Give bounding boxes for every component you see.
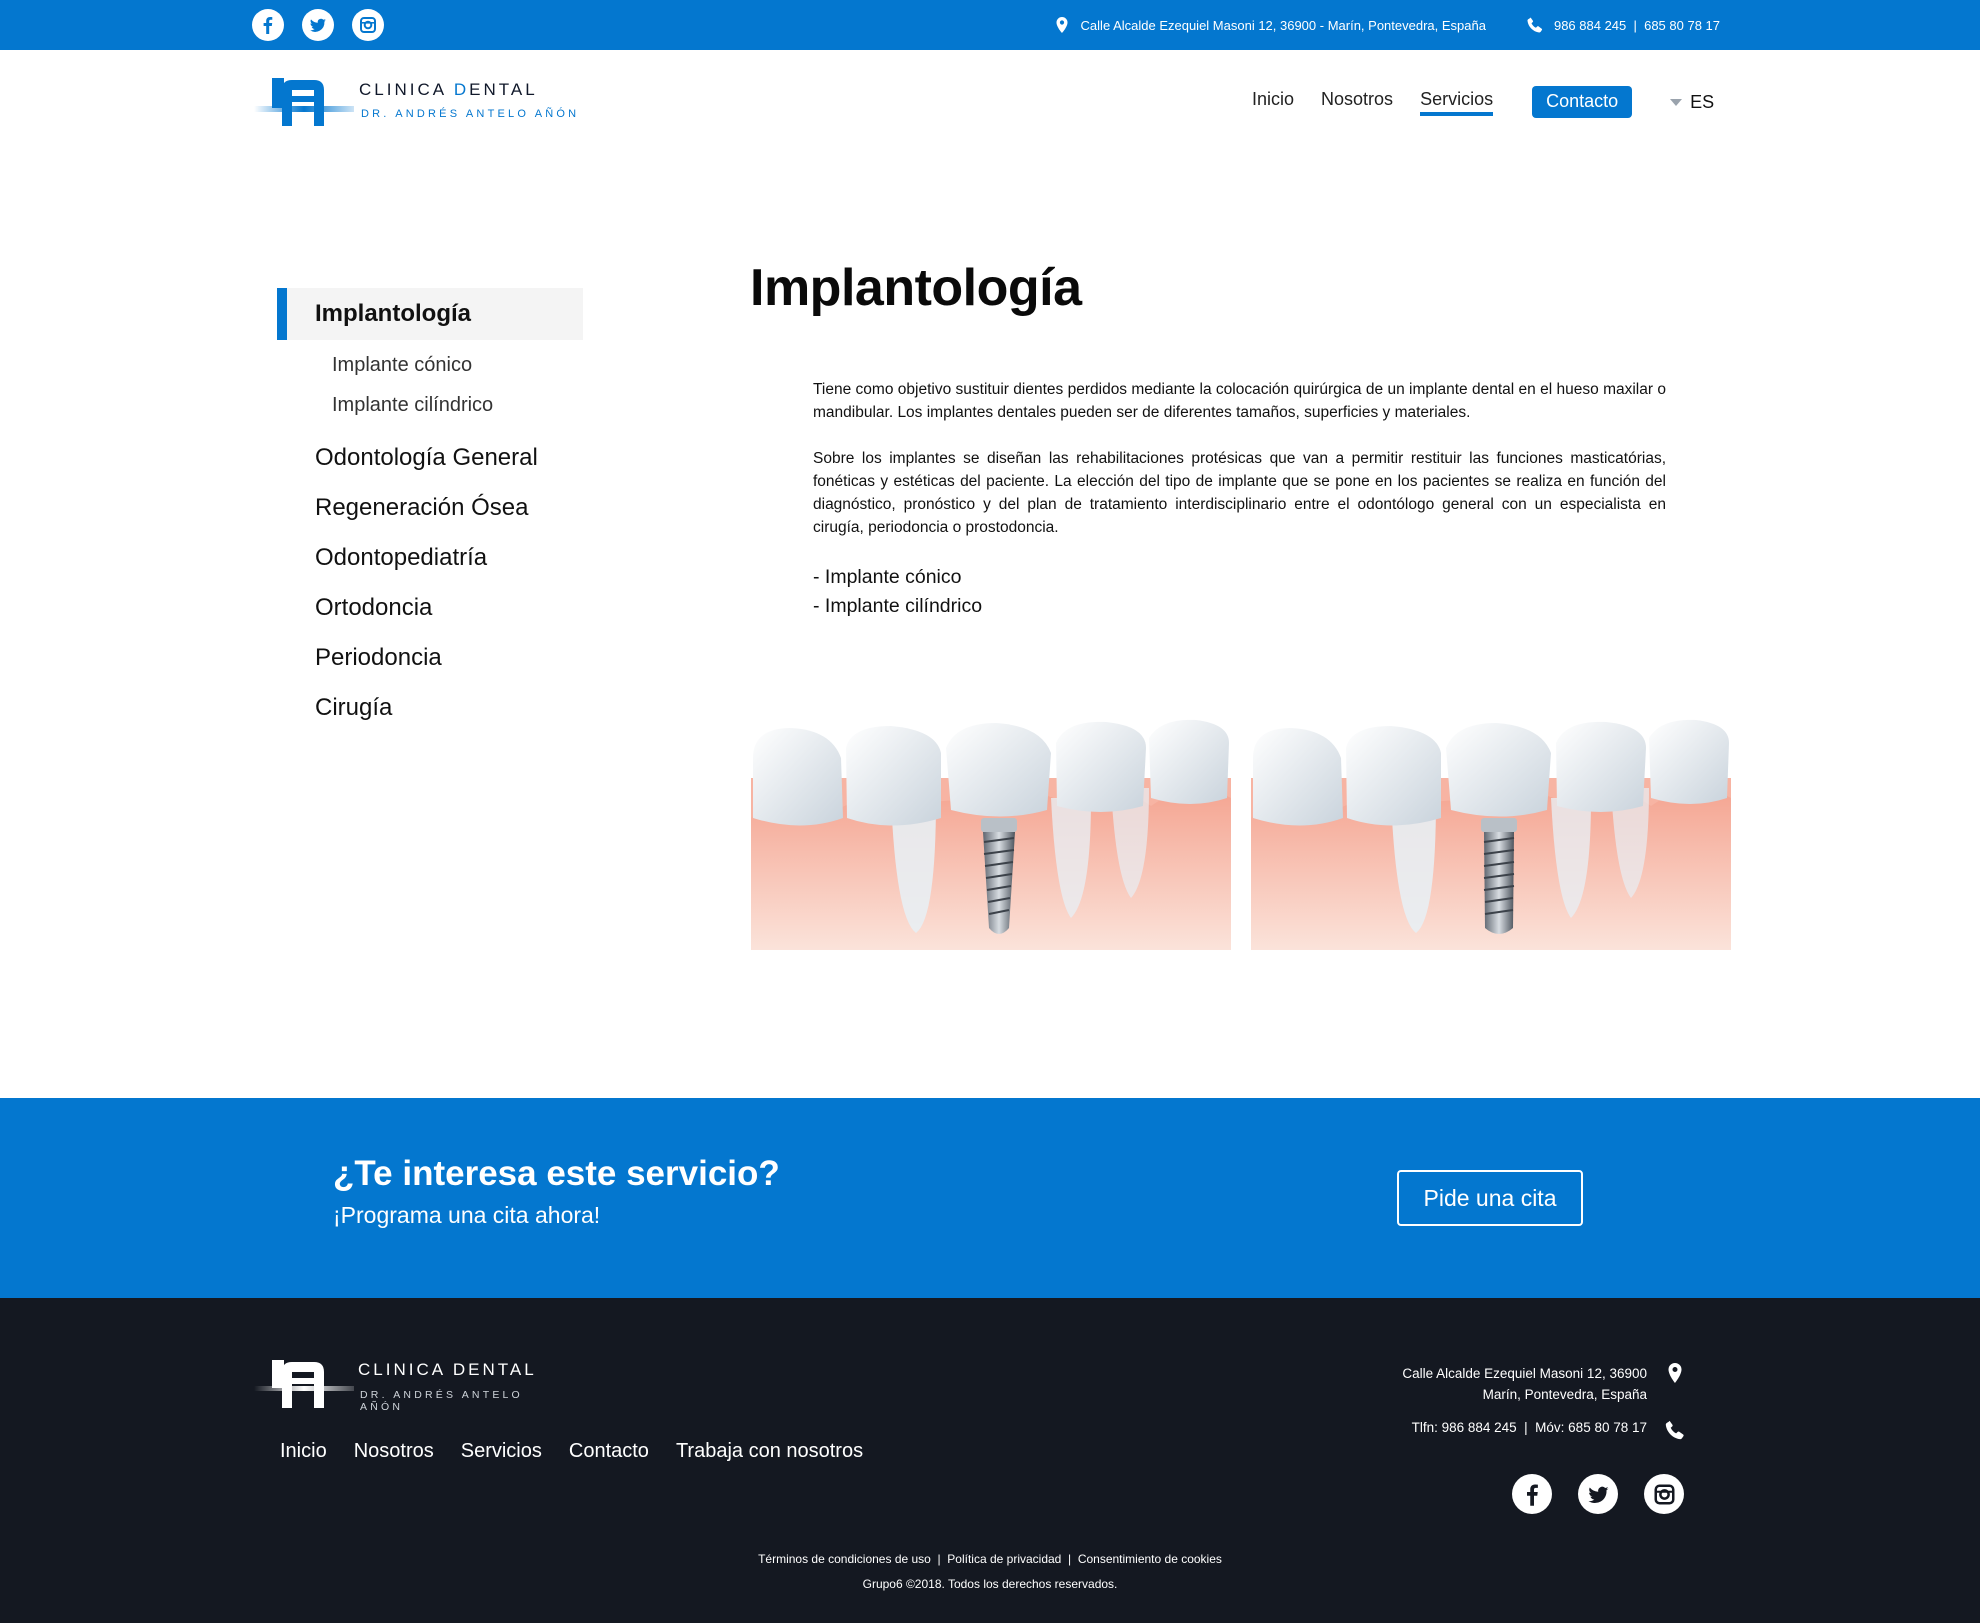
nav-nosotros[interactable]: Nosotros: [1321, 89, 1393, 116]
footer-phones: Tlfn: 986 884 245 | Móv: 685 80 78 17: [1411, 1420, 1647, 1435]
sidebar-item-ortodoncia[interactable]: Ortodoncia: [277, 583, 583, 633]
appointment-cta-band: ¿Te interesa este servicio? ¡Programa un…: [0, 1098, 1980, 1298]
logo-brand-text: CLINICA DENTAL: [359, 80, 538, 100]
footer-copyright: Grupo6 ©2018. Todos los derechos reserva…: [862, 1577, 1118, 1591]
description-paragraph-2: Sobre los implantes se diseñan las rehab…: [813, 450, 1666, 536]
page-title: Implantología: [750, 259, 1082, 317]
footer-address-line1: Calle Alcalde Ezequiel Masoni 12, 36900: [1402, 1366, 1647, 1381]
footer-address-line2: Marín, Pontevedra, España: [1482, 1387, 1647, 1402]
footer-logo-mark-icon: [254, 1360, 354, 1408]
logo-brand-highlight: D: [453, 80, 470, 99]
nav-contacto-button[interactable]: Contacto: [1532, 86, 1633, 118]
facebook-icon[interactable]: [252, 9, 284, 41]
nav-inicio[interactable]: Inicio: [1252, 89, 1294, 116]
site-header: CLINICA DENTAL DR. ANDRÉS ANTELO AÑÓN In…: [0, 50, 1980, 160]
caret-down-icon: [1670, 98, 1683, 106]
sidebar-item-cirugia[interactable]: Cirugía: [277, 683, 583, 733]
location-pin-icon: [1056, 17, 1068, 33]
logo-subtitle: DR. ANDRÉS ANTELO AÑÓN: [361, 108, 580, 120]
top-contact-info: Calle Alcalde Ezequiel Masoni 12, 36900 …: [1053, 0, 1720, 50]
instagram-icon[interactable]: [1644, 1474, 1684, 1514]
main-nav: Inicio Nosotros Servicios Contacto ES: [1252, 86, 1714, 118]
footer-nav-servicios[interactable]: Servicios: [461, 1440, 542, 1463]
sidebar-item-regeneracion-osea[interactable]: Regeneración Ósea: [277, 483, 583, 533]
facebook-icon[interactable]: [1512, 1474, 1552, 1514]
footer-nav-inicio[interactable]: Inicio: [280, 1440, 327, 1463]
top-phones: 986 884 245 | 685 80 78 17: [1553, 17, 1720, 33]
twitter-icon[interactable]: [302, 9, 334, 41]
top-address: Calle Alcalde Ezequiel Masoni 12, 36900 …: [1080, 17, 1486, 33]
footer-logo-brand: CLINICA DENTAL: [358, 1360, 537, 1379]
clinic-logo[interactable]: CLINICA DENTAL DR. ANDRÉS ANTELO AÑÓN: [254, 76, 584, 132]
description-paragraph-1: Tiene como objetivo sustituir dientes pe…: [813, 381, 1666, 421]
footer-address: Calle Alcalde Ezequiel Masoni 12, 36900 …: [1402, 1363, 1647, 1405]
language-code: ES: [1690, 91, 1715, 112]
footer-nav-trabaja[interactable]: Trabaja con nosotros: [676, 1440, 863, 1463]
request-appointment-button[interactable]: Pide una cita: [1397, 1170, 1583, 1226]
sidebar-item-implantologia[interactable]: Implantología: [277, 288, 583, 340]
language-selector[interactable]: ES: [1670, 92, 1714, 113]
top-bar: Calle Alcalde Ezequiel Masoni 12, 36900 …: [0, 0, 1980, 50]
footer-logo-subtitle: DR. ANDRÉS ANTELO AÑÓN: [360, 1389, 523, 1413]
twitter-icon[interactable]: [1578, 1474, 1618, 1514]
location-pin-icon: [1668, 1363, 1682, 1383]
instagram-icon[interactable]: [352, 9, 384, 41]
cta-subtitle: ¡Programa una cita ahora!: [333, 1202, 601, 1228]
nav-servicios[interactable]: Servicios: [1420, 89, 1494, 116]
footer-social-links: [1512, 1474, 1684, 1514]
top-social-links: [252, 9, 384, 41]
phone-icon: [1665, 1420, 1684, 1440]
footer-legal-links[interactable]: Términos de condiciones de uso | Polític…: [0, 1552, 1980, 1566]
cta-question: ¿Te interesa este servicio?: [333, 1154, 780, 1193]
implant-image-cilindrico: [1251, 718, 1731, 950]
footer-logo[interactable]: CLINICA DENTAL DR. ANDRÉS ANTELO AÑÓN: [254, 1358, 564, 1413]
services-sidebar: Implantología Implante cónico Implante c…: [277, 288, 583, 733]
phone-icon: [1527, 17, 1543, 33]
list-item-implante-cilindrico: - Implante cilíndrico: [813, 595, 983, 617]
sidebar-subitem-implante-conico[interactable]: Implante cónico: [277, 345, 583, 385]
footer-nav-nosotros[interactable]: Nosotros: [354, 1440, 434, 1463]
list-item-implante-conico: - Implante cónico: [813, 566, 962, 588]
logo-brand-suffix: ENTAL: [469, 80, 538, 99]
implant-image-conico: [751, 718, 1231, 950]
site-footer: CLINICA DENTAL DR. ANDRÉS ANTELO AÑÓN In…: [0, 1298, 1980, 1623]
logo-brand-prefix: CLINICA: [359, 80, 454, 99]
sidebar-item-odontologia-general[interactable]: Odontología General: [277, 433, 583, 483]
service-description: Tiene como objetivo sustituir dientes pe…: [813, 378, 1666, 539]
sidebar-subitem-implante-cilindrico[interactable]: Implante cilíndrico: [277, 385, 583, 425]
footer-nav: Inicio Nosotros Servicios Contacto Traba…: [280, 1440, 863, 1463]
logo-mark-icon: [254, 78, 354, 126]
sidebar-item-odontopediatria[interactable]: Odontopediatría: [277, 533, 583, 583]
sidebar-item-periodoncia[interactable]: Periodoncia: [277, 633, 583, 683]
implant-types-list: - Implante cónico - Implante cilíndrico: [813, 563, 982, 621]
footer-nav-contacto[interactable]: Contacto: [569, 1440, 649, 1463]
